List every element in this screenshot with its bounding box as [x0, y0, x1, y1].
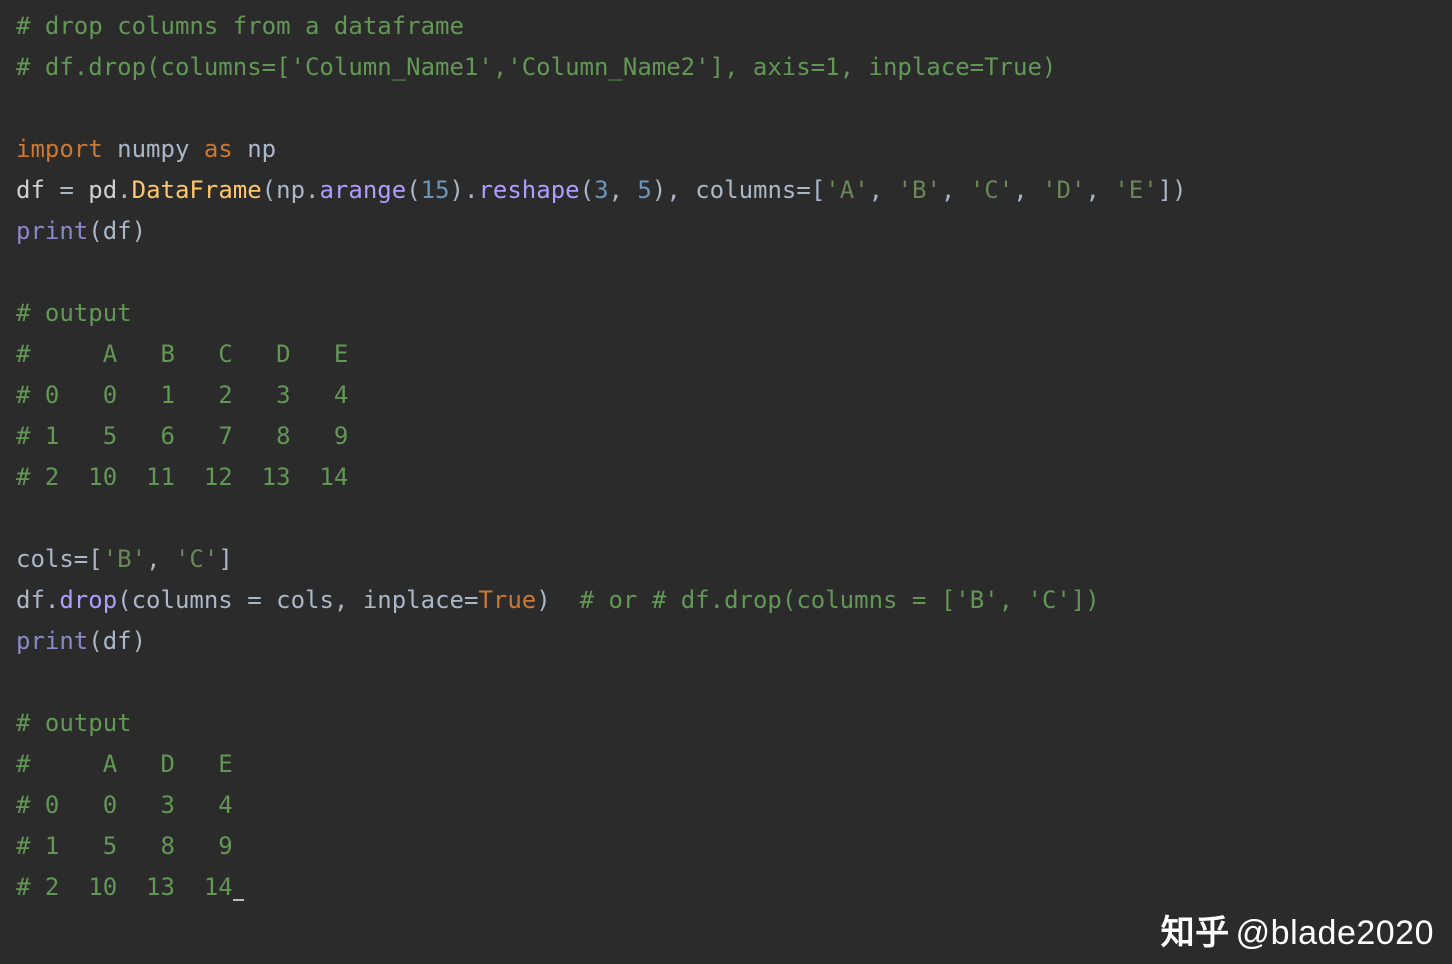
output-row: # 1 5 6 7 8 9 — [16, 422, 348, 450]
op-eq-bracket: =[ — [74, 545, 103, 573]
comment-line: # drop columns from a dataframe — [16, 12, 464, 40]
arg-df: df — [103, 217, 132, 245]
paren: ) — [132, 217, 146, 245]
call-dataframe: DataFrame — [132, 176, 262, 204]
paren: ( — [88, 217, 102, 245]
comma: , — [146, 545, 175, 573]
watermark-zhihu: 知乎 — [1161, 914, 1230, 952]
comma: , — [1013, 176, 1042, 204]
keyword-as: as — [204, 135, 233, 163]
num-15: 15 — [421, 176, 450, 204]
op-eq: = — [233, 586, 276, 614]
paren: ) — [132, 627, 146, 655]
str-B: 'B' — [103, 545, 146, 573]
op-eq-bracket: =[ — [796, 176, 825, 204]
dot: . — [117, 176, 131, 204]
str-E: 'E' — [1114, 176, 1157, 204]
output-row: # 2 10 13 14 — [16, 873, 233, 901]
trailing-comment: # or # df.drop(columns = ['B', 'C']) — [551, 586, 1100, 614]
str-C: 'C' — [970, 176, 1013, 204]
paren: ( — [580, 176, 594, 204]
arg-cols: cols — [276, 586, 334, 614]
module-numpy: numpy — [117, 135, 189, 163]
comma: , — [1085, 176, 1114, 204]
dot: . — [464, 176, 478, 204]
str-A: 'A' — [825, 176, 868, 204]
paren: ( — [262, 176, 276, 204]
output-row: # 1 5 8 9 — [16, 832, 233, 860]
paren: ) — [536, 586, 550, 614]
var-df: df — [16, 586, 45, 614]
output-row: # 0 0 1 2 3 4 — [16, 381, 348, 409]
const-true: True — [478, 586, 536, 614]
arg-df: df — [103, 627, 132, 655]
kwarg-columns: columns — [695, 176, 796, 204]
code-block: # drop columns from a dataframe # df.dro… — [0, 0, 1452, 914]
comma: , — [869, 176, 898, 204]
num-5: 5 — [637, 176, 651, 204]
bracket-close: ] — [218, 545, 232, 573]
output-row: # 2 10 11 12 13 14 — [16, 463, 348, 491]
call-reshape: reshape — [478, 176, 579, 204]
call-print: print — [16, 627, 88, 655]
kwarg-inplace: inplace — [363, 586, 464, 614]
comment-line: # df.drop(columns=['Column_Name1','Colum… — [16, 53, 1056, 81]
str-C: 'C' — [175, 545, 218, 573]
op-equals: = — [45, 176, 88, 204]
module-pd: pd — [88, 176, 117, 204]
watermark-handle: @blade2020 — [1236, 914, 1434, 952]
keyword-import: import — [16, 135, 103, 163]
paren: ) — [652, 176, 666, 204]
str-B: 'B' — [898, 176, 941, 204]
output-row: # A B C D E — [16, 340, 348, 368]
paren: ]) — [1158, 176, 1187, 204]
paren: ( — [88, 627, 102, 655]
dot: . — [45, 586, 59, 614]
output-row: # A D E — [16, 750, 233, 778]
comma: , — [609, 176, 638, 204]
var-cols: cols — [16, 545, 74, 573]
kwarg-columns: columns — [132, 586, 233, 614]
call-print: print — [16, 217, 88, 245]
output-header: # output — [16, 299, 132, 327]
comma: , — [334, 586, 363, 614]
text-cursor-icon — [233, 899, 244, 901]
comma: , — [941, 176, 970, 204]
module-np: np — [276, 176, 305, 204]
output-row: # 0 0 3 4 — [16, 791, 233, 819]
str-D: 'D' — [1042, 176, 1085, 204]
op-eq: = — [464, 586, 478, 614]
call-drop: drop — [59, 586, 117, 614]
paren: ) — [450, 176, 464, 204]
var-df: df — [16, 176, 45, 204]
output-header: # output — [16, 709, 132, 737]
paren: ( — [117, 586, 131, 614]
dot: . — [305, 176, 319, 204]
num-3: 3 — [594, 176, 608, 204]
paren: ( — [406, 176, 420, 204]
watermark: 知乎@blade2020 — [1161, 905, 1434, 954]
call-arange: arange — [319, 176, 406, 204]
alias-np: np — [247, 135, 276, 163]
comma: , — [666, 176, 695, 204]
